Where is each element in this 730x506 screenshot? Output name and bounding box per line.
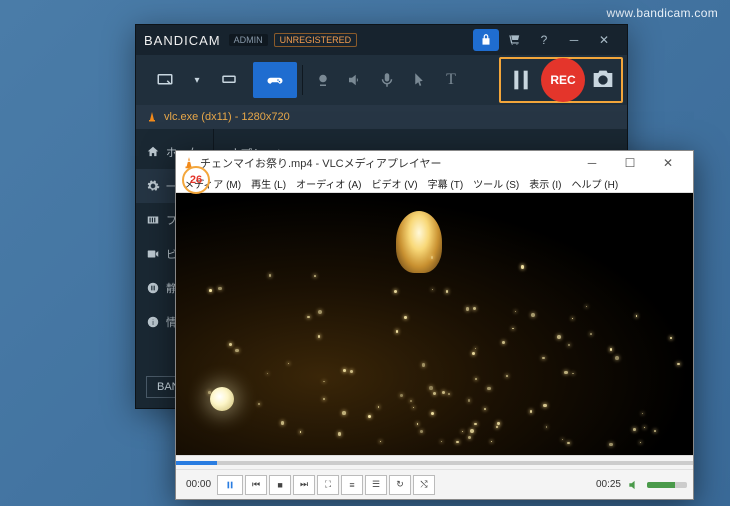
minimize-icon[interactable]: ─ (559, 25, 589, 55)
vlc-video-area[interactable] (176, 193, 693, 455)
text-tool-icon[interactable]: T (435, 62, 467, 98)
video-moon (210, 387, 234, 411)
vlc-cone-icon (146, 111, 158, 123)
bandicam-toolbar: ▾ T REC (136, 55, 627, 105)
record-cluster-highlight: REC (499, 57, 623, 103)
target-info-bar: vlc.exe (dx11) - 1280x720 (136, 105, 627, 129)
bandicam-titlebar: BANDICAM ADMIN UNREGISTERED ? ─ ✕ (136, 25, 627, 55)
cart-icon[interactable] (499, 25, 529, 55)
vlc-volume-slider[interactable] (647, 482, 687, 488)
bandicam-logo: BANDICAM (144, 33, 221, 48)
game-mode-button[interactable] (253, 62, 297, 98)
webcam-tool-icon[interactable] (307, 62, 339, 98)
mic-tool-icon[interactable] (371, 62, 403, 98)
vlc-fullscreen-button[interactable]: ⛶ (317, 475, 339, 495)
screenshot-button[interactable] (589, 62, 617, 98)
menu-media[interactable]: メディア (M) (180, 176, 245, 191)
vlc-prev-button[interactable]: ⏮ (245, 475, 267, 495)
vlc-window: チェンマイお祭り.mp4 - VLCメディアプレイヤー ─ ☐ ✕ メディア (… (175, 150, 694, 500)
vlc-cone-icon (182, 156, 196, 170)
vlc-stop-button[interactable]: ■ (269, 475, 291, 495)
time-current: 00:00 (186, 479, 211, 490)
menu-view[interactable]: 表示 (I) (525, 176, 565, 191)
vlc-loop-button[interactable]: ↻ (389, 475, 411, 495)
menu-tools[interactable]: ツール (S) (469, 176, 523, 191)
menu-playback[interactable]: 再生 (L) (247, 176, 290, 191)
vlc-menubar: メディア (M) 再生 (L) オーディオ (A) ビデオ (V) 字幕 (T)… (176, 175, 693, 193)
target-label: vlc.exe (dx11) - 1280x720 (164, 111, 290, 123)
vlc-maximize-icon[interactable]: ☐ (611, 152, 649, 174)
speaker-tool-icon[interactable] (339, 62, 371, 98)
vlc-title-text: チェンマイお祭り.mp4 - VLCメディアプレイヤー (200, 155, 442, 171)
vlc-close-icon[interactable]: ✕ (649, 152, 687, 174)
video-lantern (396, 211, 442, 273)
hdmi-mode-button[interactable] (207, 62, 251, 98)
watermark-text: www.bandicam.com (606, 6, 718, 20)
menu-video[interactable]: ビデオ (V) (368, 176, 422, 191)
vlc-random-button[interactable]: ⤭ (413, 475, 435, 495)
cursor-tool-icon[interactable] (403, 62, 435, 98)
menu-help[interactable]: ヘルプ (H) (567, 176, 622, 191)
vlc-volume-icon[interactable] (627, 478, 641, 492)
menu-audio[interactable]: オーディオ (A) (292, 176, 365, 191)
lock-icon[interactable] (473, 29, 499, 51)
screen-mode-button[interactable] (143, 62, 187, 98)
record-button[interactable]: REC (541, 58, 585, 102)
menu-subtitle[interactable]: 字幕 (T) (424, 176, 468, 191)
screen-mode-dropdown[interactable]: ▾ (189, 62, 205, 98)
vlc-playlist-button[interactable]: ☰ (365, 475, 387, 495)
vlc-play-button[interactable] (217, 475, 243, 495)
unregistered-badge: UNREGISTERED (274, 33, 358, 47)
close-icon[interactable]: ✕ (589, 25, 619, 55)
vlc-minimize-icon[interactable]: ─ (573, 152, 611, 174)
time-total: 00:25 (596, 479, 621, 490)
help-icon[interactable]: ? (529, 25, 559, 55)
vlc-seekbar[interactable] (176, 455, 693, 469)
vlc-controls: 00:00 ⏮ ■ ⏭ ⛶ ≡ ☰ ↻ ⤭ 00:25 (176, 469, 693, 499)
admin-badge: ADMIN (229, 34, 268, 46)
vlc-titlebar: チェンマイお祭り.mp4 - VLCメディアプレイヤー ─ ☐ ✕ (176, 151, 693, 175)
vlc-next-button[interactable]: ⏭ (293, 475, 315, 495)
vlc-extended-button[interactable]: ≡ (341, 475, 363, 495)
pause-button[interactable] (505, 62, 537, 98)
